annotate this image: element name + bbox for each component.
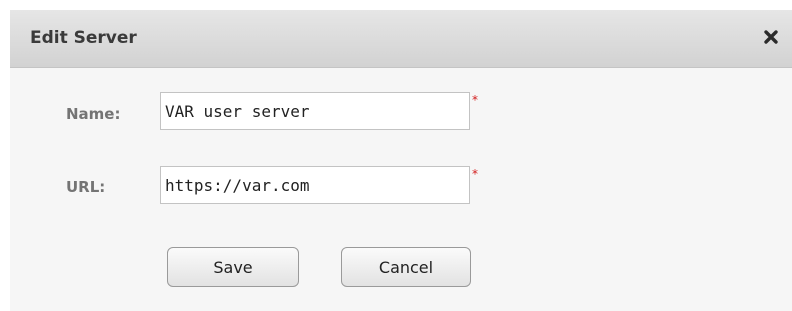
close-icon[interactable] (760, 26, 782, 48)
name-required-mark: * (472, 93, 478, 107)
save-button[interactable]: Save (167, 247, 299, 287)
url-label: URL: (66, 178, 106, 196)
url-required-mark: * (472, 167, 478, 181)
name-input[interactable] (160, 92, 470, 130)
name-label: Name: (66, 105, 121, 123)
cancel-button[interactable]: Cancel (341, 247, 471, 287)
dialog-title-bar: Edit Server (10, 10, 792, 68)
edit-server-dialog: Edit Server Name: * URL: * Save Cancel (10, 10, 792, 311)
dialog-title: Edit Server (30, 28, 137, 48)
url-input[interactable] (160, 166, 470, 204)
